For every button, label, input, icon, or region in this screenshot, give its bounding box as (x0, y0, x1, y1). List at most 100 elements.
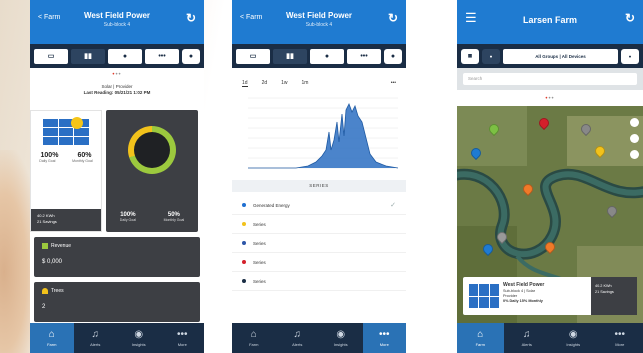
generated-energy-area (248, 104, 398, 168)
more-icon: ••• (378, 328, 390, 340)
alerts-icon: ♫ (523, 328, 531, 340)
period-2d[interactable]: 2d (262, 80, 268, 87)
nav-item-insights[interactable]: ◉ Insights (550, 323, 597, 353)
tab-settings[interactable]: ● (384, 48, 402, 64)
goal-ring-gauge (128, 126, 176, 174)
nav-item-alerts[interactable]: ♫ Alerts (504, 323, 551, 353)
nav-item-label: More (379, 341, 389, 347)
nav-item-alerts[interactable]: ♫ Alerts (276, 323, 320, 353)
nav-item-insights[interactable]: ◉ Insights (319, 323, 363, 353)
farm-card-side: 40.2 KWh 21 Savings (591, 277, 637, 315)
search-bar: Search (457, 68, 643, 90)
trees-label: Trees (51, 288, 64, 294)
nav-item-more[interactable]: ••• More (161, 323, 205, 353)
revenue-card[interactable]: Revenue $ 0,000 (34, 237, 200, 277)
bottom-nav: ⌂ Farm ♫ Alerts ◉ Insights ••• More (457, 323, 643, 353)
period-1d[interactable]: 1d (242, 80, 248, 87)
series-item[interactable]: Series (232, 215, 406, 234)
solar-card-footer: 40.2 KWh 21 Savings (31, 209, 101, 231)
map-locate-button[interactable] (630, 150, 639, 159)
map-toolbar: ▦ ● All Groups | All Devices ● (457, 44, 643, 68)
nav-item-label: More (177, 341, 187, 347)
phone-map: ☰ Larsen Farm ↻ ▦ ● All Groups | All Dev… (457, 0, 643, 353)
solar-card[interactable]: 100% 60% Daily Goal Monthly Goal 40.2 KW… (30, 110, 102, 232)
goal-ring-card[interactable]: 100% Daily Goal 50% Monthly Goal (106, 110, 198, 232)
page-indicator: ••• (545, 96, 555, 102)
phone-dashboard: < Farm West Field Power Sub-block 4 ↻ ▭ … (30, 0, 204, 353)
tab-chart-view[interactable]: ▮▮ (71, 48, 105, 64)
revenue-label: Revenue (51, 243, 72, 249)
revenue-value: $ 0,000 (42, 259, 63, 265)
nav-item-farm[interactable]: ⌂ Farm (232, 323, 276, 353)
nav-item-more[interactable]: ••• More (597, 323, 643, 353)
tab-toggle-view[interactable]: ▭ (236, 48, 270, 64)
series-item[interactable]: Series (232, 253, 406, 272)
tab-settings[interactable]: ● (182, 48, 200, 64)
alerts-icon: ♫ (91, 328, 100, 340)
alerts-icon: ♫ (293, 328, 302, 340)
series-name: Series (253, 240, 266, 246)
gauge-icon: ● (324, 52, 330, 60)
insights-icon: ◉ (336, 328, 346, 340)
series-name: Generated Energy (253, 202, 290, 208)
tab-chart-view[interactable]: ▮▮ (273, 48, 307, 64)
series-item[interactable]: Series (232, 272, 406, 291)
revenue-icon (42, 243, 48, 249)
refresh-icon[interactable]: ↻ (388, 11, 398, 25)
nav-item-alerts[interactable]: ♫ Alerts (74, 323, 118, 353)
page-title: Larsen Farm (522, 15, 578, 25)
period-selector: 1d 2d 1w 1m ••• (242, 80, 396, 87)
series-item[interactable]: Series (232, 234, 406, 253)
nav-item-label: Insights (566, 341, 581, 347)
toggle-icon: ▭ (47, 53, 55, 60)
nav-item-more[interactable]: ••• More (362, 323, 406, 353)
series-name: Series (253, 259, 266, 265)
bar-chart-icon: ▮▮ (84, 53, 92, 60)
farm-card-stats: 0% Daily 15% Monthly (503, 299, 543, 303)
map-view-button[interactable]: ● (482, 48, 500, 64)
app-header: < Farm West Field Power Sub-block 4 ↻ (30, 0, 204, 44)
reading-meta: Solar | Provider Last Reading: 05/21/21 … (30, 84, 204, 96)
daily-goal-label: Daily Goal (39, 159, 56, 163)
app-header: < Farm West Field Power Sub-block 4 ↻ (232, 0, 406, 44)
nav-item-farm[interactable]: ⌂ Farm (457, 323, 504, 353)
monthly-goal-label: Monthly Goal (72, 159, 93, 163)
satellite-map[interactable]: West Field Power Sub-block 4 | Solar Pro… (457, 106, 643, 323)
period-1m[interactable]: 1m (302, 80, 309, 87)
bar-chart-icon: ▮▮ (286, 53, 294, 60)
tab-gauge-view[interactable]: ● (310, 48, 344, 64)
map-zoom-in-button[interactable] (630, 118, 639, 127)
grid-view-button[interactable]: ▦ (461, 48, 479, 64)
trees-card[interactable]: Trees 2 (34, 282, 200, 322)
series-item[interactable]: Generated Energy ✓ (232, 196, 406, 215)
gauge-icon: ● (122, 52, 128, 60)
farm-icon: ⌂ (477, 328, 484, 340)
period-more[interactable]: ••• (391, 80, 396, 87)
refresh-icon[interactable]: ↻ (186, 11, 196, 25)
settings-icon: ● (188, 52, 194, 60)
settings-icon: ● (390, 52, 396, 60)
nav-item-insights[interactable]: ◉ Insights (117, 323, 161, 353)
page-subtitle: Sub-block 4 (103, 22, 131, 28)
period-1w[interactable]: 1w (281, 80, 287, 87)
settings-icon: ● (628, 53, 632, 59)
search-input[interactable]: Search (463, 73, 637, 85)
farm-info-card[interactable]: West Field Power Sub-block 4 | Solar Pro… (463, 277, 637, 315)
farm-icon: ⌂ (250, 328, 257, 340)
refresh-icon[interactable]: ↻ (625, 11, 635, 25)
tab-gauge-view[interactable]: ● (108, 48, 142, 64)
tab-more-view[interactable]: ••• (145, 48, 179, 64)
nav-item-label: Alerts (90, 341, 101, 347)
series-name: Series (253, 221, 266, 227)
tab-toggle-view[interactable]: ▭ (34, 48, 68, 64)
group-filter[interactable]: All Groups | All Devices (503, 48, 618, 64)
filter-settings-button[interactable]: ● (621, 48, 639, 64)
phone-chart: < Farm West Field Power Sub-block 4 ↻ ▭ … (232, 0, 406, 353)
view-tabs: ▭ ▮▮ ● ••• ● (232, 44, 406, 68)
ring-daily: 100% Daily Goal (119, 212, 136, 222)
page-subtitle: Sub-block 4 (305, 22, 333, 28)
tab-more-view[interactable]: ••• (347, 48, 381, 64)
series-color-dot (242, 222, 246, 226)
map-layers-button[interactable] (630, 134, 639, 143)
nav-item-farm[interactable]: ⌂ Farm (30, 323, 74, 353)
